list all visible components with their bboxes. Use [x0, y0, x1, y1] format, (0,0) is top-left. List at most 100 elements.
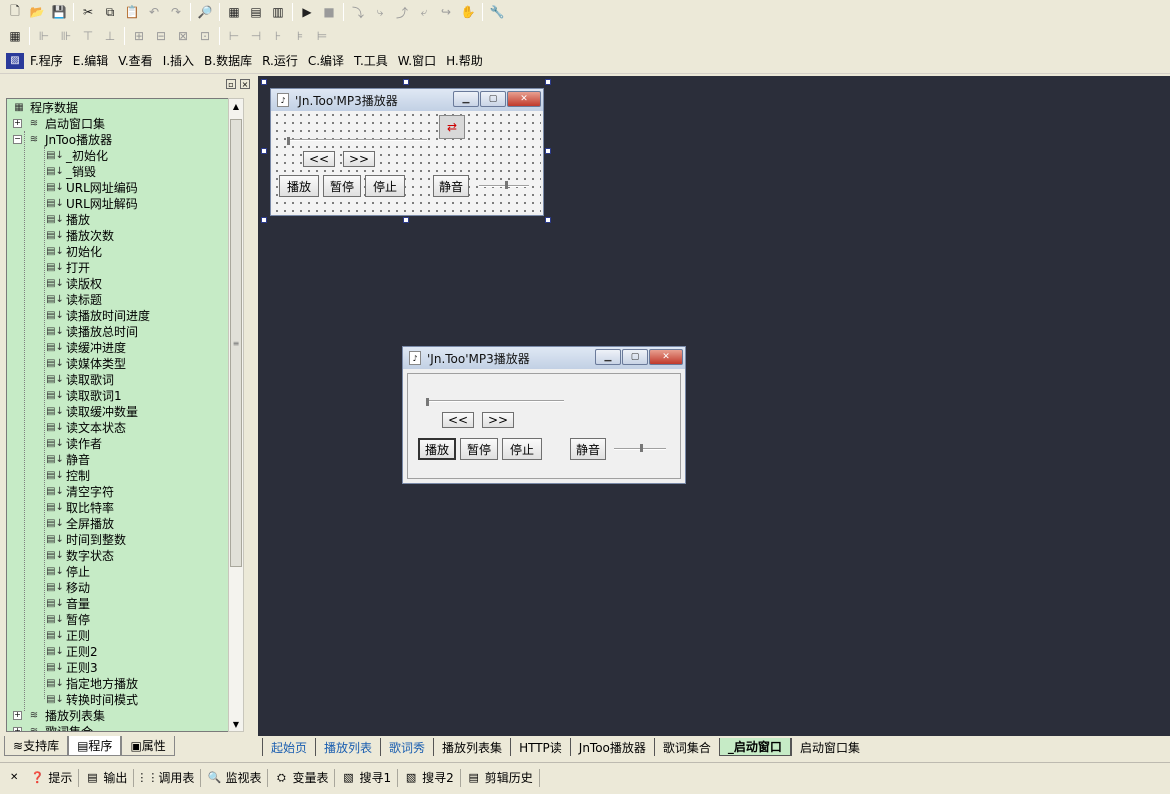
- resize-handle-tm[interactable]: [403, 79, 409, 85]
- document-tab[interactable]: 歌词秀: [380, 738, 433, 756]
- debug-icon[interactable]: 🔧: [486, 2, 508, 22]
- panel-tab-output[interactable]: ▤ 输出: [79, 768, 135, 787]
- align-tool-icon[interactable]: ⊧: [289, 26, 311, 46]
- design-canvas[interactable]: ⇄ << >> 播放 暂停 停止 静音: [273, 111, 541, 213]
- align-tool-icon[interactable]: ⊪: [55, 26, 77, 46]
- resize-handle-bm[interactable]: [403, 217, 409, 223]
- preview-form-window[interactable]: ♪ 'Jn.Too'MP3播放器 ▁ ▢ ✕ << >> 播放 暂停 停止 静音: [402, 346, 686, 484]
- cut-icon[interactable]: ✂: [77, 2, 99, 22]
- play-button[interactable]: 播放: [418, 438, 456, 460]
- align-tool-icon[interactable]: ⊡: [194, 26, 216, 46]
- menu-window[interactable]: W.窗口: [398, 52, 436, 69]
- redo-icon[interactable]: ↷: [165, 2, 187, 22]
- tree-method-item[interactable]: ▤↓ 全屏播放: [7, 515, 229, 531]
- menu-edit[interactable]: E.编辑: [73, 52, 108, 69]
- tree-method-item[interactable]: ▤↓ 停止: [7, 563, 229, 579]
- next-button[interactable]: >>: [482, 412, 514, 428]
- tree-method-item[interactable]: ▤↓ 时间到整数: [7, 531, 229, 547]
- tree-method-item[interactable]: ▤↓ 读文本状态: [7, 419, 229, 435]
- progress-track[interactable]: [426, 400, 564, 402]
- align-tool-icon[interactable]: ⊞: [128, 26, 150, 46]
- tab-program[interactable]: ▤ 程序: [68, 736, 122, 756]
- tree-method-item[interactable]: ▤↓ _销毁: [7, 163, 229, 179]
- align-tool-icon[interactable]: ⊣: [245, 26, 267, 46]
- resize-handle-tl[interactable]: [261, 79, 267, 85]
- undo-icon[interactable]: ↶: [143, 2, 165, 22]
- mute-button[interactable]: 静音: [433, 175, 469, 197]
- document-tab[interactable]: 启动窗口集: [790, 738, 868, 756]
- align-tool-icon[interactable]: ⊠: [172, 26, 194, 46]
- tab-support-library[interactable]: ≋ 支持库: [4, 736, 69, 756]
- document-tab[interactable]: _启动窗口: [718, 738, 791, 756]
- stop-button[interactable]: 停止: [365, 175, 405, 197]
- minimize-button[interactable]: ▁: [595, 349, 621, 365]
- menu-program[interactable]: F.程序: [30, 52, 63, 69]
- menu-tools[interactable]: T.工具: [354, 52, 388, 69]
- panel-tab-hint[interactable]: ❓ 提示: [24, 768, 80, 787]
- menu-database[interactable]: B.数据库: [204, 52, 252, 69]
- align-tool-icon[interactable]: ⊦: [267, 26, 289, 46]
- document-tab[interactable]: 歌词集合: [653, 738, 719, 756]
- hand-icon[interactable]: ✋: [457, 2, 479, 22]
- scroll-thumb[interactable]: ≡: [230, 119, 242, 567]
- new-file-icon[interactable]: 🗋: [4, 2, 26, 22]
- panel-tab-search2[interactable]: ▧ 搜寻2: [398, 768, 461, 787]
- align-tool-icon[interactable]: ⊢: [223, 26, 245, 46]
- scroll-down-icon[interactable]: ▼: [229, 717, 243, 731]
- tree-method-item[interactable]: ▤↓ 播放次数: [7, 227, 229, 243]
- save-icon[interactable]: 💾: [48, 2, 70, 22]
- progress-track[interactable]: [287, 139, 427, 141]
- document-tab[interactable]: 起始页: [262, 738, 315, 756]
- expand-icon[interactable]: +: [13, 726, 22, 731]
- tab-properties[interactable]: ▣ 属性: [121, 736, 175, 756]
- design-window-titlebar[interactable]: ♪ 'Jn.Too'MP3播放器 ▁ ▢ ✕: [271, 89, 543, 111]
- pause-button[interactable]: 暂停: [460, 438, 498, 460]
- tree-group-item[interactable]: + ≋ 播放列表集: [7, 707, 229, 723]
- stop-button[interactable]: 停止: [502, 438, 542, 460]
- app-menu-icon[interactable]: ▨: [6, 52, 24, 69]
- find-icon[interactable]: 🔎: [194, 2, 216, 22]
- tree-method-item[interactable]: ▤↓ 读媒体类型: [7, 355, 229, 371]
- align-tool-icon[interactable]: ▦: [4, 26, 26, 46]
- tree-method-item[interactable]: ▤↓ 转换时间模式: [7, 691, 229, 707]
- panel-close-icon[interactable]: ×: [240, 79, 250, 89]
- mute-button[interactable]: 静音: [570, 438, 606, 460]
- volume-track[interactable]: [479, 185, 529, 187]
- pause-button[interactable]: 暂停: [323, 175, 361, 197]
- prev-button[interactable]: <<: [442, 412, 474, 428]
- tree-method-item[interactable]: ▤↓ 读标题: [7, 291, 229, 307]
- menu-view[interactable]: V.查看: [118, 52, 152, 69]
- panel-close-icon[interactable]: ✕: [4, 772, 24, 783]
- panel-tab-variable[interactable]: ⛭ 变量表: [268, 768, 336, 787]
- run-icon[interactable]: ▶: [296, 2, 318, 22]
- align-tool-icon[interactable]: ⊨: [311, 26, 333, 46]
- minimize-button[interactable]: ▁: [453, 91, 479, 107]
- tree-method-item[interactable]: ▤↓ 读版权: [7, 275, 229, 291]
- tree-method-item[interactable]: ▤↓ 读取歌词: [7, 371, 229, 387]
- tree-method-item[interactable]: ▤↓ 读播放总时间: [7, 323, 229, 339]
- tree-method-item[interactable]: ▤↓ 移动: [7, 579, 229, 595]
- layout-2-icon[interactable]: ▤: [245, 2, 267, 22]
- resize-handle-ml[interactable]: [261, 148, 267, 154]
- tree-method-item[interactable]: ▤↓ 读取缓冲数量: [7, 403, 229, 419]
- design-form-window[interactable]: ♪ 'Jn.Too'MP3播放器 ▁ ▢ ✕ ⇄ << >> 播放 暂停 停止 …: [270, 88, 544, 216]
- tree-method-item[interactable]: ▤↓ URL网址编码: [7, 179, 229, 195]
- menu-insert[interactable]: I.插入: [163, 52, 194, 69]
- tree-method-item[interactable]: ▤↓ 读作者: [7, 435, 229, 451]
- tree-method-item[interactable]: ▤↓ 读缓冲进度: [7, 339, 229, 355]
- volume-thumb[interactable]: [640, 444, 643, 452]
- paste-icon[interactable]: 📋: [121, 2, 143, 22]
- step-2-icon[interactable]: ⤷: [369, 2, 391, 22]
- tree-method-item[interactable]: ▤↓ 播放: [7, 211, 229, 227]
- step-4-icon[interactable]: ⤶: [413, 2, 435, 22]
- close-button[interactable]: ✕: [649, 349, 683, 365]
- tree-method-item[interactable]: ▤↓ 静音: [7, 451, 229, 467]
- tree-method-item[interactable]: ▤↓ 控制: [7, 467, 229, 483]
- play-button[interactable]: 播放: [279, 175, 319, 197]
- stop-icon[interactable]: ■: [318, 2, 340, 22]
- document-tab[interactable]: HTTP读: [510, 738, 570, 756]
- tree-method-item[interactable]: ▤↓ 指定地方播放: [7, 675, 229, 691]
- align-tool-icon[interactable]: ⊩: [33, 26, 55, 46]
- resize-handle-tr[interactable]: [545, 79, 551, 85]
- tree-root[interactable]: ▦ 程序数据: [7, 99, 229, 115]
